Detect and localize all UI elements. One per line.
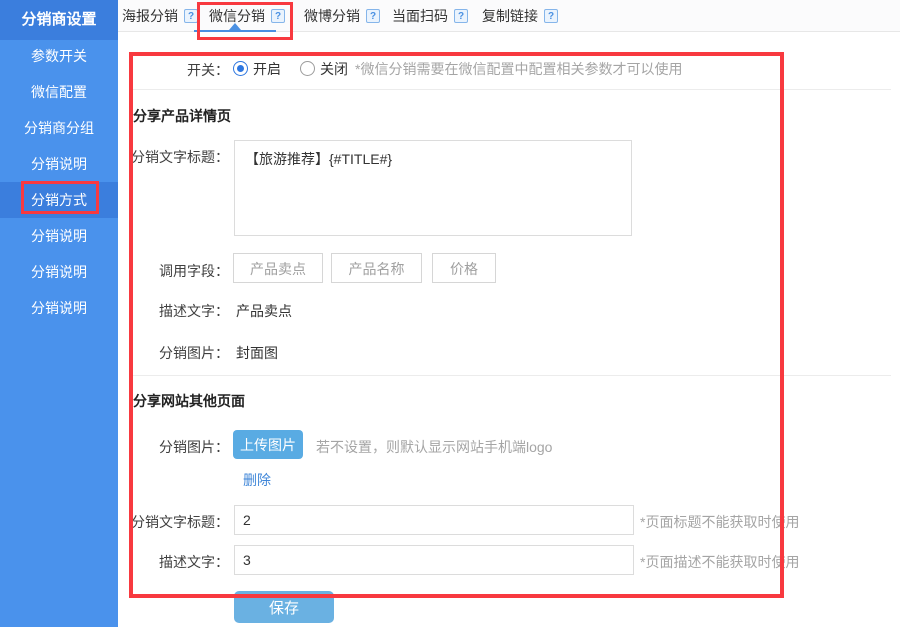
tab-face-to-face-scan[interactable]: 当面扫码 ? — [392, 0, 468, 31]
other-desc-note: *页面描述不能获取时使用 — [640, 552, 799, 572]
tab-copy-link[interactable]: 复制链接 ? — [482, 0, 558, 31]
tab-weibo-distribution[interactable]: 微博分销 ? — [304, 0, 380, 31]
field-button-product-selling-point[interactable]: 产品卖点 — [233, 253, 323, 283]
sidebar-item-distribution-method[interactable]: 分销方式 — [0, 182, 118, 218]
sidebar-header: 分销商设置 — [0, 0, 118, 40]
upload-hint: 若不设置，则默认显示网站手机端logo — [316, 437, 552, 457]
tab-label: 海报分销 — [122, 6, 178, 26]
divider — [133, 375, 891, 376]
field-button-price[interactable]: 价格 — [432, 253, 496, 283]
upload-image-button[interactable]: 上传图片 — [233, 430, 303, 459]
call-fields-label: 调用字段： — [125, 261, 229, 281]
share-title-label: 分销文字标题： — [125, 147, 229, 167]
divider — [133, 89, 891, 90]
other-image-label: 分销图片： — [125, 437, 229, 457]
radio-off-label[interactable]: 关闭 — [320, 59, 348, 79]
radio-off[interactable] — [300, 61, 315, 76]
sidebar-item-distributor-group[interactable]: 分销商分组 — [0, 110, 118, 146]
distribution-image-label: 分销图片： — [125, 343, 229, 363]
section-title-other-pages: 分享网站其他页面 — [133, 391, 245, 411]
other-title-input[interactable] — [234, 505, 634, 535]
sidebar-item-distribution-note-2[interactable]: 分销说明 — [0, 218, 118, 254]
field-button-product-name[interactable]: 产品名称 — [331, 253, 422, 283]
help-icon[interactable]: ? — [544, 9, 558, 23]
tab-label: 复制链接 — [482, 6, 538, 26]
delete-link[interactable]: 删除 — [243, 470, 271, 490]
help-icon[interactable]: ? — [184, 9, 198, 23]
help-icon[interactable]: ? — [271, 9, 285, 23]
help-icon[interactable]: ? — [366, 9, 380, 23]
active-tab-caret-icon — [229, 23, 241, 30]
help-icon[interactable]: ? — [454, 9, 468, 23]
sidebar-list: 参数开关 微信配置 分销商分组 分销说明 分销方式 分销说明 分销说明 分销说明 — [0, 38, 118, 326]
sidebar-item-param-switch[interactable]: 参数开关 — [0, 38, 118, 74]
distribution-image-value: 封面图 — [236, 343, 278, 363]
sidebar-item-distribution-note-1[interactable]: 分销说明 — [0, 146, 118, 182]
sidebar: 分销商设置 参数开关 微信配置 分销商分组 分销说明 分销方式 分销说明 分销说… — [0, 0, 118, 627]
page: 分销商设置 参数开关 微信配置 分销商分组 分销说明 分销方式 分销说明 分销说… — [0, 0, 900, 627]
switch-label: 开关： — [125, 60, 229, 80]
other-title-label: 分销文字标题： — [125, 512, 229, 532]
section-title-product-detail: 分享产品详情页 — [133, 106, 231, 126]
other-title-note: *页面标题不能获取时使用 — [640, 512, 799, 532]
radio-on[interactable] — [233, 61, 248, 76]
radio-on-label[interactable]: 开启 — [253, 59, 281, 79]
tab-poster-distribution[interactable]: 海报分销 ? — [122, 0, 198, 31]
desc-text-value: 产品卖点 — [236, 301, 292, 321]
sidebar-item-distribution-note-3[interactable]: 分销说明 — [0, 254, 118, 290]
share-title-textarea[interactable]: 【旅游推荐】{#TITLE#} — [234, 140, 632, 236]
switch-note: *微信分销需要在微信配置中配置相关参数才可以使用 — [355, 59, 682, 79]
sidebar-item-wechat-config[interactable]: 微信配置 — [0, 74, 118, 110]
other-desc-label: 描述文字： — [125, 552, 229, 572]
tab-label: 微博分销 — [304, 6, 360, 26]
desc-text-label: 描述文字： — [125, 301, 229, 321]
tab-label: 当面扫码 — [392, 6, 448, 26]
tab-wechat-distribution[interactable]: 微信分销 ? — [209, 0, 285, 31]
active-tab-underline — [194, 30, 276, 32]
save-button[interactable]: 保存 — [234, 591, 334, 623]
sidebar-item-distribution-note-4[interactable]: 分销说明 — [0, 290, 118, 326]
other-desc-input[interactable] — [234, 545, 634, 575]
